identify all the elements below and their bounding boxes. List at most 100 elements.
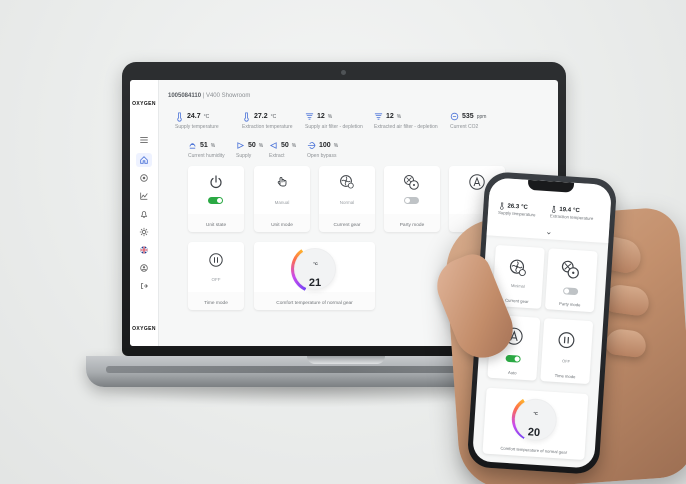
temperature-unit: °C <box>313 261 318 266</box>
metric-label: Supply air filter - depletion <box>305 124 363 130</box>
metric-label: Current humidity <box>188 153 225 159</box>
brand-logo-bottom: OXYGEN <box>132 326 156 332</box>
thermometer-icon <box>175 112 184 122</box>
metric-unit: °C <box>203 113 210 120</box>
metric-unit: % <box>291 142 297 149</box>
phone-temperature-dial[interactable]: 20 °C <box>510 394 560 444</box>
metric-label: Supply temperature <box>175 124 219 130</box>
chevron-down-icon[interactable]: ⌄ <box>545 227 553 236</box>
co2-icon <box>450 112 459 121</box>
current-humidity-metric: 51 % Current humidity <box>188 140 225 164</box>
unit-mode-card[interactable]: Manual Unit mode <box>254 166 310 232</box>
card-label: Time mode <box>204 301 228 306</box>
logout-icon[interactable] <box>136 279 152 293</box>
card-main: OFF <box>188 242 244 292</box>
temperature-value-wrap: 21 °C <box>291 261 339 289</box>
hand-pointer-icon <box>277 177 287 187</box>
device-name: V400 Showroom <box>205 93 251 99</box>
bypass-icon <box>307 141 316 150</box>
metric-value: 24.7 <box>187 113 201 120</box>
metric-value: 27.2 <box>254 113 268 120</box>
card-label: Unit state <box>205 223 227 228</box>
metric-unit: % <box>327 113 333 120</box>
metric-value: 535 <box>462 113 474 120</box>
card-label: Comfort temperature of normal gear <box>500 445 568 455</box>
party-fan-icon <box>404 175 419 190</box>
card-main <box>384 166 440 214</box>
sidebar: OXYGEN OXYGEN <box>130 80 159 346</box>
card-inner-label: Normal <box>339 200 355 205</box>
party-mode-toggle[interactable] <box>404 197 419 204</box>
phone-party-mode-card[interactable]: Party mode <box>544 248 598 313</box>
metric-unit: °C <box>572 207 580 214</box>
current-gear-card[interactable]: Normal Current gear <box>319 166 375 232</box>
camera-icon <box>341 70 346 75</box>
filter-icon <box>305 112 314 121</box>
menu-icon[interactable] <box>136 133 152 147</box>
unit-state-toggle[interactable] <box>208 197 223 204</box>
metric-value: 12 <box>317 113 325 120</box>
auto-toggle[interactable] <box>505 354 521 363</box>
metric-label: Supply temperature <box>497 209 536 218</box>
card-label: Comfort temperature of normal gear <box>276 301 353 306</box>
metric-label: Supply <box>236 153 252 159</box>
fan-gear-icon <box>509 259 526 277</box>
card-main: 21 °C <box>254 242 375 293</box>
metric-label: Extract <box>269 153 285 159</box>
phone-comfort-temperature-card[interactable]: 20 °C Comfort temperature of normal gear <box>482 387 589 461</box>
card-inner-label: Manual <box>274 200 290 205</box>
supply-fan-metric: 50 % Supply <box>236 140 263 164</box>
extracted-filter-metric: 12 % Extracted air filter - depletion <box>374 111 438 135</box>
bell-icon[interactable] <box>136 207 152 221</box>
user-icon[interactable] <box>136 261 152 275</box>
pause-icon <box>209 253 223 267</box>
device-identifier: 1005084110 | V400 Showroom <box>168 93 251 99</box>
home-icon[interactable] <box>136 153 152 167</box>
party-fan-icon <box>561 260 579 279</box>
metric-unit: °C <box>520 203 529 211</box>
metric-value: 50 <box>281 142 289 149</box>
phone-extraction-temperature: 19.4 °C Extraction temperature <box>550 205 594 221</box>
fan-gear-icon <box>340 175 354 189</box>
card-label: Party mode <box>399 223 425 228</box>
time-mode-card[interactable]: OFF Time mode <box>188 242 244 310</box>
card-label: Unit mode <box>271 223 293 228</box>
phone-time-mode-card[interactable]: OFF Time mode <box>540 318 594 385</box>
co2-metric: 535 ppm Current CO2 <box>450 111 486 135</box>
thermometer-icon <box>500 202 504 210</box>
metric-label: Open bypass <box>307 153 337 159</box>
auto-icon <box>469 174 485 190</box>
radar-icon[interactable] <box>136 171 152 185</box>
humidity-icon <box>188 141 197 150</box>
laptop-notch <box>307 356 385 364</box>
metric-label: Extraction temperature <box>549 213 594 222</box>
party-mode-card[interactable]: Party mode <box>384 166 440 232</box>
metric-unit: % <box>396 113 402 120</box>
supply-temperature-metric: 24.7 °C Supply temperature <box>175 111 219 135</box>
card-inner-label: OFF <box>561 358 571 364</box>
power-icon <box>210 175 222 189</box>
comfort-temperature-card[interactable]: 21 °C Comfort temperature of normal gear <box>254 242 375 310</box>
temperature-unit: °C <box>533 410 539 416</box>
uk-flag-icon[interactable] <box>136 243 152 257</box>
metric-label: Extraction temperature <box>242 124 293 130</box>
card-label: Current gear <box>333 223 361 228</box>
temperature-dial[interactable]: 21 °C <box>291 245 339 293</box>
phone-supply-temperature: 26.3 °C Supply temperature <box>498 202 536 217</box>
party-mode-toggle[interactable] <box>562 287 579 296</box>
extract-fan-metric: 50 % Extract <box>269 140 296 164</box>
card-main: Manual <box>254 166 310 214</box>
temperature-value-wrap: 20 °C <box>512 409 559 439</box>
pause-icon <box>558 332 575 349</box>
metric-value: 51 <box>200 142 208 149</box>
product-photo-scene: OXYGEN OXYGEN 1005084110 | V400 Showroom… <box>0 0 686 484</box>
card-main <box>188 166 244 214</box>
fan-speed-icon <box>269 141 278 150</box>
metric-value: 100 <box>319 142 331 149</box>
card-label: Auto <box>507 369 517 376</box>
settings-icon[interactable] <box>136 225 152 239</box>
thermometer-icon <box>552 205 556 213</box>
unit-state-card[interactable]: Unit state <box>188 166 244 232</box>
chart-icon[interactable] <box>136 189 152 203</box>
temperature-value: 21 <box>308 277 322 289</box>
